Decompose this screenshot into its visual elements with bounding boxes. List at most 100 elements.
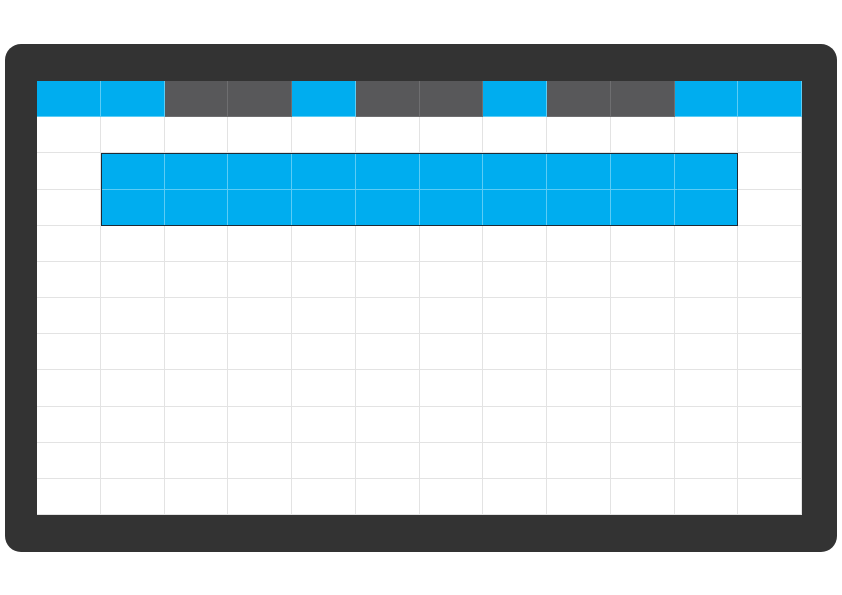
header-cell[interactable] bbox=[164, 81, 229, 118]
grid-cell[interactable] bbox=[355, 117, 420, 154]
grid-cell[interactable] bbox=[419, 117, 484, 154]
grid-cell[interactable] bbox=[674, 478, 739, 515]
grid-cell[interactable] bbox=[100, 261, 165, 298]
selected-cell[interactable] bbox=[547, 189, 611, 226]
grid-cell[interactable] bbox=[228, 406, 292, 443]
selected-cell[interactable] bbox=[228, 189, 292, 226]
grid-cell[interactable] bbox=[547, 406, 611, 443]
grid-cell[interactable] bbox=[674, 442, 739, 479]
grid-cell[interactable] bbox=[292, 261, 356, 298]
header-cell[interactable] bbox=[547, 81, 611, 118]
selected-cell[interactable] bbox=[419, 153, 484, 190]
grid-cell[interactable] bbox=[738, 478, 802, 515]
grid-cell[interactable] bbox=[547, 298, 611, 335]
grid-cell[interactable] bbox=[100, 406, 165, 443]
grid-cell[interactable] bbox=[228, 298, 292, 335]
grid-cell[interactable] bbox=[164, 261, 229, 298]
selected-cell[interactable] bbox=[610, 189, 675, 226]
grid-cell[interactable] bbox=[547, 478, 611, 515]
grid-cell[interactable] bbox=[419, 298, 484, 335]
grid-cell[interactable] bbox=[738, 117, 802, 154]
grid-cell[interactable] bbox=[610, 298, 675, 335]
grid-cell[interactable] bbox=[738, 370, 802, 407]
selected-cell[interactable] bbox=[355, 153, 420, 190]
selected-cell[interactable] bbox=[100, 189, 165, 226]
grid-cell[interactable] bbox=[738, 442, 802, 479]
grid-cell[interactable] bbox=[738, 189, 802, 226]
grid-cell[interactable] bbox=[355, 406, 420, 443]
grid-cell[interactable] bbox=[37, 189, 101, 226]
selected-cell[interactable] bbox=[674, 189, 739, 226]
grid-cell[interactable] bbox=[674, 117, 739, 154]
grid-cell[interactable] bbox=[674, 298, 739, 335]
grid-cell[interactable] bbox=[610, 225, 675, 262]
grid-cell[interactable] bbox=[100, 117, 165, 154]
grid-cell[interactable] bbox=[164, 478, 229, 515]
grid-cell[interactable] bbox=[100, 334, 165, 371]
selected-cell[interactable] bbox=[355, 189, 420, 226]
grid-cell[interactable] bbox=[610, 442, 675, 479]
grid-cell[interactable] bbox=[228, 225, 292, 262]
selected-cell[interactable] bbox=[483, 189, 547, 226]
grid-cell[interactable] bbox=[292, 298, 356, 335]
grid-cell[interactable] bbox=[483, 406, 547, 443]
grid-cell[interactable] bbox=[100, 370, 165, 407]
grid-cell[interactable] bbox=[419, 370, 484, 407]
grid-cell[interactable] bbox=[292, 225, 356, 262]
selected-cell[interactable] bbox=[419, 189, 484, 226]
selected-cell[interactable] bbox=[292, 189, 356, 226]
grid-cell[interactable] bbox=[100, 478, 165, 515]
grid-cell[interactable] bbox=[164, 117, 229, 154]
selected-cell[interactable] bbox=[292, 153, 356, 190]
grid-cell[interactable] bbox=[610, 261, 675, 298]
grid-cell[interactable] bbox=[228, 334, 292, 371]
grid-cell[interactable] bbox=[37, 225, 101, 262]
grid-cell[interactable] bbox=[738, 225, 802, 262]
grid-cell[interactable] bbox=[483, 478, 547, 515]
grid-cell[interactable] bbox=[355, 478, 420, 515]
grid-cell[interactable] bbox=[355, 334, 420, 371]
grid-cell[interactable] bbox=[292, 442, 356, 479]
grid-cell[interactable] bbox=[483, 117, 547, 154]
grid-cell[interactable] bbox=[37, 478, 101, 515]
grid-cell[interactable] bbox=[738, 261, 802, 298]
grid-cell[interactable] bbox=[228, 442, 292, 479]
header-cell[interactable] bbox=[355, 81, 420, 118]
grid-cell[interactable] bbox=[37, 406, 101, 443]
grid-cell[interactable] bbox=[610, 478, 675, 515]
grid-cell[interactable] bbox=[37, 117, 101, 154]
grid-cell[interactable] bbox=[547, 370, 611, 407]
header-cell[interactable] bbox=[483, 81, 547, 118]
grid-cell[interactable] bbox=[292, 370, 356, 407]
grid-cell[interactable] bbox=[738, 298, 802, 335]
header-cell[interactable] bbox=[674, 81, 739, 118]
grid-cell[interactable] bbox=[355, 370, 420, 407]
grid-cell[interactable] bbox=[228, 261, 292, 298]
grid-cell[interactable] bbox=[164, 225, 229, 262]
grid-cell[interactable] bbox=[37, 370, 101, 407]
selected-cell[interactable] bbox=[164, 153, 229, 190]
grid-cell[interactable] bbox=[547, 442, 611, 479]
header-cell[interactable] bbox=[100, 81, 165, 118]
grid-cell[interactable] bbox=[674, 334, 739, 371]
grid-cell[interactable] bbox=[674, 225, 739, 262]
selected-cell[interactable] bbox=[228, 153, 292, 190]
grid-cell[interactable] bbox=[419, 334, 484, 371]
grid-cell[interactable] bbox=[419, 406, 484, 443]
grid-cell[interactable] bbox=[37, 261, 101, 298]
grid-cell[interactable] bbox=[37, 153, 101, 190]
grid-cell[interactable] bbox=[100, 298, 165, 335]
grid-cell[interactable] bbox=[37, 442, 101, 479]
grid-cell[interactable] bbox=[738, 406, 802, 443]
header-cell[interactable] bbox=[419, 81, 484, 118]
selected-cell[interactable] bbox=[610, 153, 675, 190]
grid-cell[interactable] bbox=[547, 261, 611, 298]
grid-cell[interactable] bbox=[164, 406, 229, 443]
grid-cell[interactable] bbox=[355, 225, 420, 262]
grid-cell[interactable] bbox=[355, 298, 420, 335]
grid-cell[interactable] bbox=[164, 442, 229, 479]
grid-cell[interactable] bbox=[292, 406, 356, 443]
grid-cell[interactable] bbox=[164, 370, 229, 407]
grid-cell[interactable] bbox=[228, 117, 292, 154]
grid-cell[interactable] bbox=[164, 298, 229, 335]
